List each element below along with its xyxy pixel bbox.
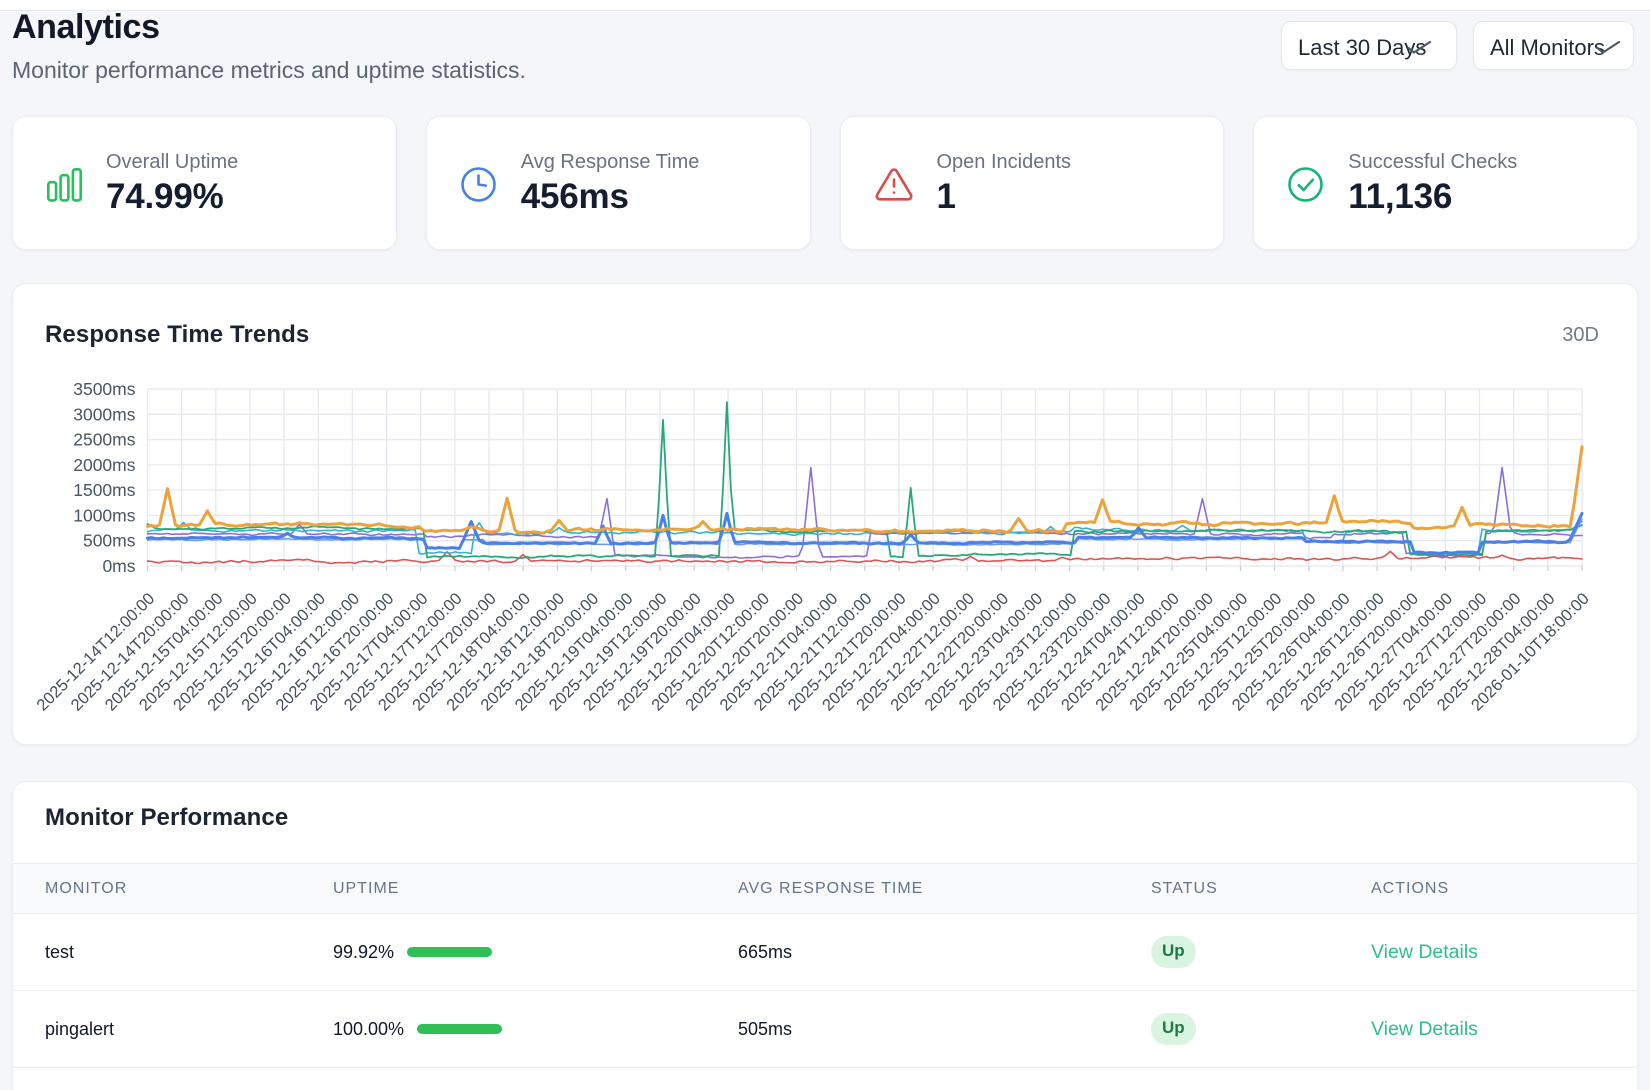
svg-text:1000ms: 1000ms [73,505,136,525]
svg-text:3000ms: 3000ms [73,404,136,424]
svg-text:500ms: 500ms [83,531,136,551]
svg-text:2500ms: 2500ms [73,430,136,450]
svg-text:3500ms: 3500ms [73,379,136,399]
svg-text:2000ms: 2000ms [73,455,136,475]
svg-text:1500ms: 1500ms [73,480,136,500]
svg-text:0ms: 0ms [102,556,135,576]
